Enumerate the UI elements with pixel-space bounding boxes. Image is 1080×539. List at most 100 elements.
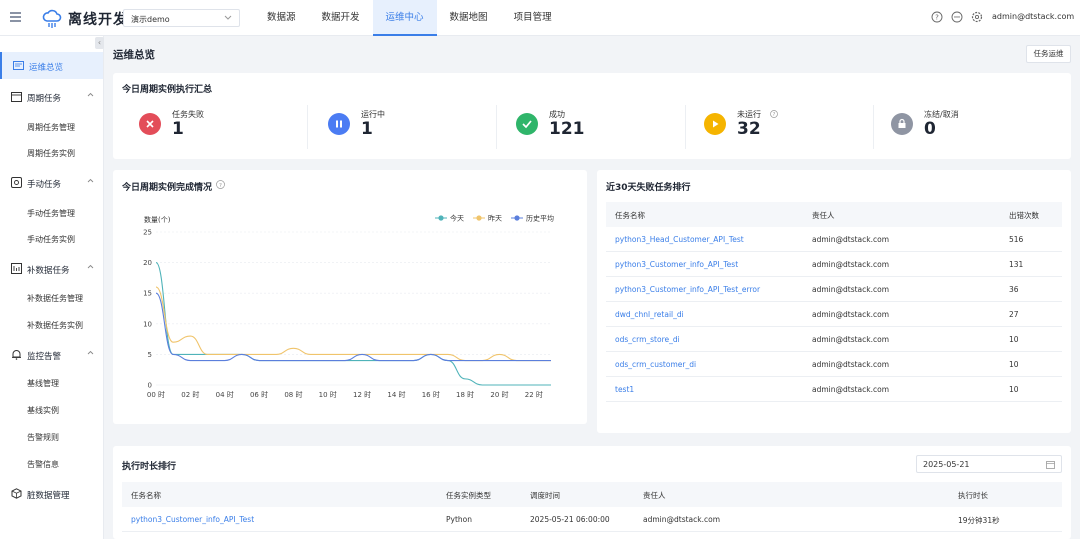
table-cell: admin@dtstack.com — [812, 360, 890, 369]
help-icon[interactable]: ? — [770, 110, 778, 118]
chevron-up-icon — [87, 350, 94, 355]
sidebar-item-ops-overview[interactable]: 运维总览 — [0, 52, 103, 79]
menu-toggle-icon[interactable] — [10, 12, 21, 22]
stat-value: 32 — [737, 119, 761, 139]
nav-ops-center[interactable]: 运维中心 — [372, 0, 437, 36]
play-icon — [704, 113, 726, 135]
sidebar-collapse-button[interactable]: ‹ — [95, 37, 104, 49]
column-header: 责任人 — [812, 211, 835, 220]
message-icon[interactable] — [951, 11, 963, 23]
table-cell: 10 — [1009, 360, 1019, 369]
sidebar-subitem-backfill-mgmt[interactable]: 补数据任务管理 — [27, 293, 83, 304]
table-cell: 10 — [1009, 335, 1019, 344]
x-tick-label: 04 时 — [216, 390, 234, 399]
sidebar-subitem-alert-rules[interactable]: 告警规则 — [27, 432, 59, 443]
duration-rank-title: 执行时长排行 — [122, 462, 177, 472]
chart-title: 今日周期实例完成情况 — [122, 183, 213, 193]
calendar-icon — [1046, 461, 1055, 469]
user-email[interactable]: admin@dtstack.com — [992, 12, 1074, 21]
sidebar-item-dirty-data[interactable]: 脏数据管理 — [0, 480, 103, 507]
sidebar-item-periodic[interactable]: 周期任务 — [0, 83, 103, 110]
completion-line-chart: 数量(个) 0 5 10 15 20 25 00 时 02 时 04 时 06 时 08 时 10 时 1… — [143, 214, 554, 400]
task-name-link[interactable]: dwd_chnl_retail_di — [615, 310, 684, 319]
failed-rank-title: 近30天失败任务排行 — [606, 183, 691, 193]
table-cell: Python — [446, 515, 472, 524]
stat-value: 121 — [549, 119, 585, 139]
svg-text:?: ? — [935, 14, 939, 22]
table-row: python3_Head_Customer_API_Test admin@dtst… — [606, 227, 1062, 252]
table-cell: admin@dtstack.com — [643, 515, 721, 524]
y-tick-label: 15 — [143, 290, 152, 298]
sidebar-subitem-manual-mgmt[interactable]: 手动任务管理 — [27, 208, 75, 219]
stat-value: 0 — [924, 119, 936, 139]
sidebar-item-manual[interactable]: 手动任务 — [0, 169, 103, 196]
gear-icon[interactable] — [971, 11, 983, 23]
legend-marker — [514, 215, 520, 221]
column-header: 调度时间 — [530, 491, 560, 500]
y-tick-label: 5 — [148, 351, 152, 359]
help-icon[interactable]: ? — [931, 11, 943, 23]
task-name-link[interactable]: test1 — [615, 385, 634, 394]
legend-marker — [476, 215, 482, 221]
sidebar-subitem-periodic-mgmt[interactable]: 周期任务管理 — [27, 122, 75, 133]
task-name-link[interactable]: python3_Customer_info_API_Test_error — [615, 285, 760, 294]
task-name-link[interactable]: ods_crm_store_di — [615, 335, 680, 344]
x-tick-label: 12 时 — [353, 390, 371, 399]
legend-label: 昨天 — [488, 214, 502, 223]
check-icon — [516, 113, 538, 135]
sidebar-subitem-baseline-instance[interactable]: 基线实例 — [27, 405, 59, 416]
task-name-link[interactable]: python3_Customer_info_API_Test — [131, 515, 254, 524]
column-header: 出错次数 — [1009, 211, 1039, 220]
sidebar-item-monitor[interactable]: 监控告警 — [0, 341, 103, 368]
svg-text:?: ? — [219, 183, 222, 189]
x-tick-label: 06 时 — [250, 390, 268, 399]
nav-project-mgmt[interactable]: 项目管理 — [501, 0, 565, 36]
sidebar-subitem-backfill-instance[interactable]: 补数据任务实例 — [27, 320, 83, 331]
chevron-up-icon — [87, 264, 94, 269]
table-row: python3_Customer_info_API_Test Python 2025… — [122, 507, 1062, 532]
table-cell: 10 — [1009, 385, 1019, 394]
table-row: python3_Customer_info_API_Test_error admi… — [606, 277, 1062, 302]
chevron-down-icon — [224, 15, 232, 20]
sidebar-subitem-baseline-mgmt[interactable]: 基线管理 — [27, 378, 59, 389]
project-select[interactable]: 演示demo — [123, 9, 240, 27]
table-row: test1 admin@dtstack.com 10 — [606, 377, 1062, 402]
chevron-up-icon — [87, 178, 94, 183]
nav-datasource[interactable]: 数据源 — [254, 0, 309, 36]
pause-icon — [328, 113, 350, 135]
help-icon[interactable]: ? — [216, 180, 225, 189]
table-cell: admin@dtstack.com — [812, 335, 890, 344]
task-name-link[interactable]: python3_Customer_info_API_Test — [615, 260, 738, 269]
nav-data-map[interactable]: 数据地图 — [437, 0, 501, 36]
task-name-link[interactable]: python3_Head_Customer_API_Test — [615, 235, 744, 244]
date-picker-value: 2025-05-21 — [923, 460, 970, 469]
x-tick-label: 14 时 — [387, 390, 405, 399]
hand-task-icon — [11, 177, 22, 188]
table-cell: admin@dtstack.com — [812, 385, 890, 394]
table-cell: 2025-05-21 06:00:00 — [530, 515, 610, 524]
table-header: 任务名称 任务实例类型 调度时间 责任人 执行时长 — [122, 482, 1062, 507]
x-tick-label: 02 时 — [181, 390, 199, 399]
summary-title: 今日周期实例执行汇总 — [122, 85, 213, 95]
task-name-link[interactable]: ods_crm_customer_di — [615, 360, 696, 369]
table-header: 任务名称 责任人 出错次数 — [606, 202, 1062, 227]
task-ops-button[interactable]: 任务运维 — [1026, 45, 1071, 63]
x-tick-label: 20 时 — [490, 390, 508, 399]
top-header: 离线开发 演示demo 数据源 数据开发 运维中心 数据地图 项目管理 ? ad… — [0, 0, 1080, 36]
sidebar: 运维总览 周期任务 周期任务管理 周期任务实例 手动任务 手动任务管理 手动任务… — [0, 36, 104, 539]
nav-data-dev[interactable]: 数据开发 — [309, 0, 373, 36]
date-picker[interactable]: 2025-05-21 — [916, 455, 1062, 473]
table-cell: admin@dtstack.com — [812, 260, 890, 269]
sidebar-item-backfill[interactable]: 补数据任务 — [0, 255, 103, 282]
sidebar-item-label: 补数据任务 — [27, 266, 70, 276]
sidebar-subitem-periodic-instance[interactable]: 周期任务实例 — [27, 148, 75, 159]
sidebar-subitem-manual-instance[interactable]: 手动任务实例 — [27, 234, 75, 245]
main-nav: 数据源 数据开发 运维中心 数据地图 项目管理 — [254, 0, 565, 36]
sidebar-subitem-alert-info[interactable]: 告警信息 — [27, 459, 59, 470]
bell-icon — [12, 350, 21, 360]
x-tick-label: 08 时 — [284, 390, 302, 399]
calendar-icon — [11, 92, 22, 102]
table-cell: admin@dtstack.com — [812, 235, 890, 244]
lock-icon — [891, 113, 913, 135]
y-axis-label: 数量(个) — [144, 215, 171, 224]
